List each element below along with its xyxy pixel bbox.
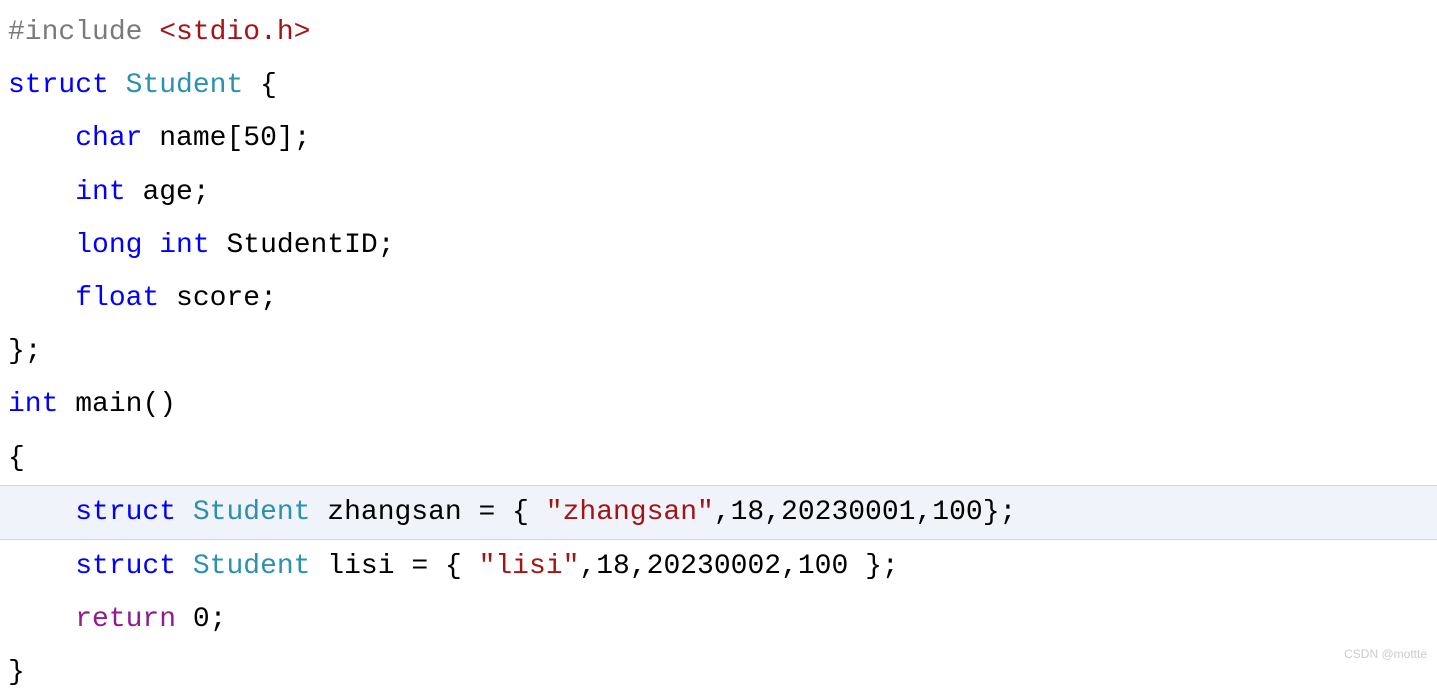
keyword-int: int (159, 219, 209, 272)
type-name: Student (126, 59, 244, 112)
code-line-7: }; (0, 325, 1437, 378)
code-line-11: struct Student lisi = { "lisi",18,202300… (0, 540, 1437, 593)
code-line-5: long int StudentID; (0, 219, 1437, 272)
close-brace: }; (8, 325, 42, 378)
code-line-1: #include <stdio.h> (0, 6, 1437, 59)
field-name: StudentID (226, 219, 377, 272)
keyword-char: char (75, 112, 142, 165)
code-line-6: float score; (0, 272, 1437, 325)
return-value: 0 (193, 593, 210, 646)
code-line-9: { (0, 432, 1437, 485)
number-literal: 18 (731, 486, 765, 539)
code-line-3: char name[50]; (0, 112, 1437, 165)
function-name: main (75, 378, 142, 431)
array-size: 50 (243, 112, 277, 165)
keyword-long: long (75, 219, 142, 272)
code-line-12: return 0; (0, 593, 1437, 646)
string-literal: "lisi" (479, 540, 580, 593)
variable-name: zhangsan (327, 486, 461, 539)
field-name: age (142, 166, 192, 219)
number-literal: 20230002 (647, 540, 781, 593)
code-line-8: int main() (0, 378, 1437, 431)
code-line-2: struct Student { (0, 59, 1437, 112)
field-name: score (176, 272, 260, 325)
variable-name: lisi (327, 540, 394, 593)
field-name: name (159, 112, 226, 165)
number-literal: 100 (798, 540, 848, 593)
type-name: Student (193, 486, 311, 539)
code-line-4: int age; (0, 166, 1437, 219)
keyword-int: int (8, 378, 58, 431)
include-path: <stdio.h> (159, 6, 310, 59)
number-literal: 100 (932, 486, 982, 539)
close-brace: } (8, 646, 25, 699)
keyword-float: float (75, 272, 159, 325)
keyword-struct: struct (8, 59, 109, 112)
keyword-return: return (75, 593, 176, 646)
number-literal: 20230001 (781, 486, 915, 539)
keyword-struct: struct (75, 486, 176, 539)
code-line-10-highlighted: struct Student zhangsan = { "zhangsan",1… (0, 485, 1437, 540)
open-brace: { (8, 432, 25, 485)
open-brace: { (260, 59, 277, 112)
code-block: #include <stdio.h> struct Student { char… (0, 6, 1437, 699)
watermark: CSDN @mottte (1344, 643, 1427, 666)
keyword-struct: struct (75, 540, 176, 593)
type-name: Student (193, 540, 311, 593)
keyword-int: int (75, 166, 125, 219)
code-line-13: } (0, 646, 1437, 699)
preprocessor-directive: #include (8, 6, 142, 59)
string-literal: "zhangsan" (546, 486, 714, 539)
number-literal: 18 (596, 540, 630, 593)
